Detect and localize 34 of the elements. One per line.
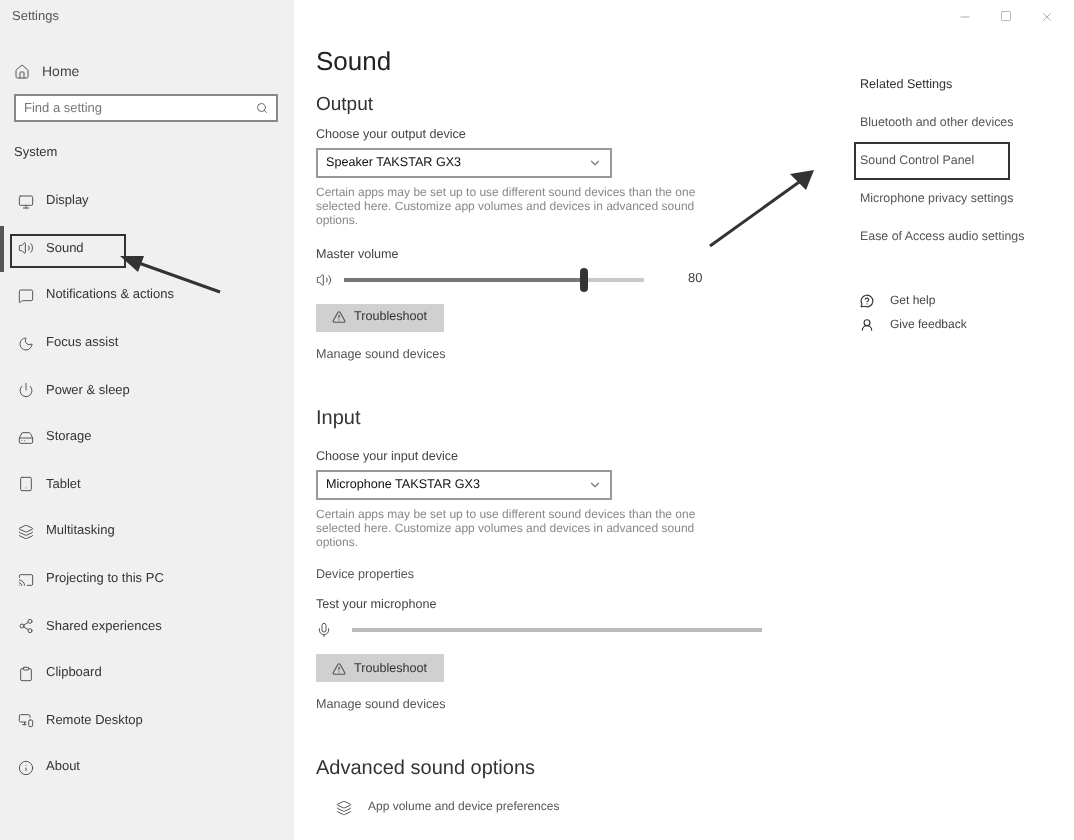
chat-icon (860, 294, 874, 308)
person-icon (860, 318, 874, 332)
item-icon (18, 618, 34, 635)
speaker-icon (316, 271, 332, 288)
warning-icon (332, 310, 346, 325)
item-icon (18, 240, 34, 257)
warning-icon (332, 661, 346, 676)
section-heading: Input (316, 407, 363, 430)
microphone-icon (316, 622, 332, 639)
item-icon (18, 382, 34, 399)
item-icon (18, 335, 34, 352)
item-icon (18, 476, 34, 493)
pointer-arrow (120, 256, 220, 292)
item-icon (18, 287, 34, 304)
item-icon (18, 429, 34, 446)
minimize-icon (958, 10, 972, 24)
item-icon (18, 193, 34, 210)
pointer-arrow (710, 170, 814, 246)
section-heading: Advanced sound options (316, 758, 538, 781)
item-icon (18, 571, 34, 588)
page-title: Sound (316, 46, 394, 76)
search-icon (256, 102, 268, 114)
item-icon (18, 712, 34, 729)
home-icon (14, 64, 30, 80)
section-heading: Output (316, 94, 376, 116)
chevron-icon (588, 477, 602, 492)
app-icon (336, 800, 352, 817)
maximize-icon (1000, 10, 1012, 22)
slider-thumb[interactable] (580, 267, 588, 292)
close-icon (1040, 10, 1054, 24)
chevron-icon (588, 156, 602, 170)
item-icon (18, 523, 34, 540)
item-icon (18, 665, 34, 682)
item-icon (18, 759, 34, 776)
